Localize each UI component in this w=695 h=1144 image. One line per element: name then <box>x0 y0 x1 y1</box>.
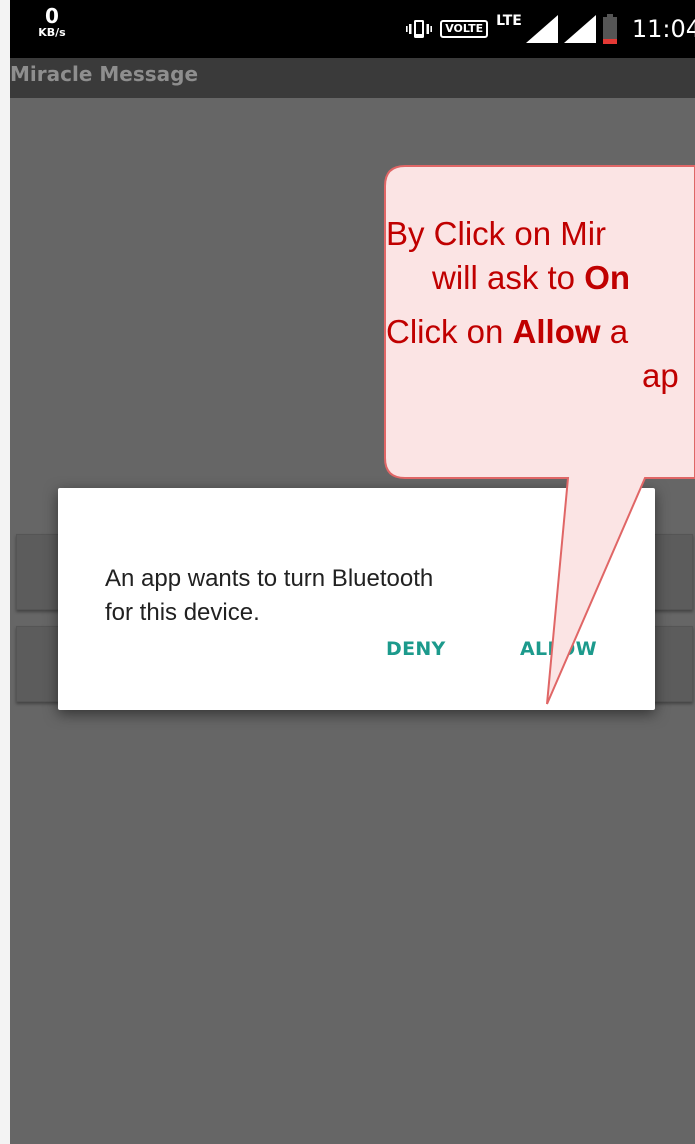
deny-button[interactable]: DENY <box>386 638 446 660</box>
vibrate-icon <box>406 20 433 38</box>
lte-label: LTE <box>496 13 522 29</box>
dialog-message-line2: for this device. <box>105 599 260 626</box>
bluetooth-permission-dialog: An app wants to turn Bluetooth for this … <box>58 488 655 710</box>
dialog-message-line1: An app wants to turn Bluetooth <box>105 565 434 592</box>
network-speed-unit: KB/s <box>38 26 66 39</box>
network-speed: 0 KB/s <box>32 6 72 38</box>
allow-button[interactable]: ALLOW <box>520 638 597 660</box>
clock: 11:04 <box>631 15 695 43</box>
status-icons: VOLTE LTE 11:04 <box>406 0 695 58</box>
dialog-message: An app wants to turn Bluetooth for this … <box>105 562 575 630</box>
app-bar: Miracle Message <box>10 58 695 98</box>
signal-icon <box>563 15 596 43</box>
volte-badge: VOLTE <box>440 20 489 38</box>
phone-screen: 0 KB/s VOLTE LTE 11:04 Miracle Message A… <box>10 0 695 1144</box>
app-title: Miracle Message <box>10 62 199 86</box>
status-bar: 0 KB/s VOLTE LTE 11:04 <box>10 0 695 58</box>
signal-icon <box>525 15 558 43</box>
battery-icon <box>602 14 617 44</box>
network-speed-value: 0 <box>45 4 59 28</box>
